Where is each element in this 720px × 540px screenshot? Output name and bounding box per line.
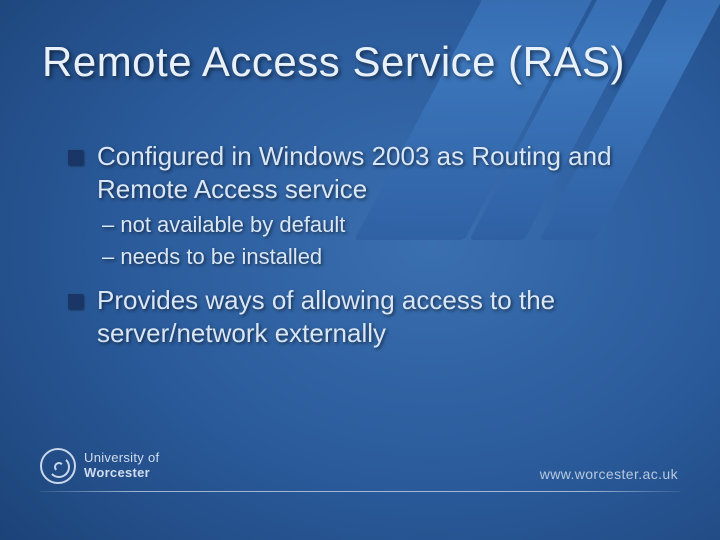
logo-line2: Worcester [84,466,159,481]
bullet-text: Provides ways of allowing access to the … [97,284,660,349]
footer-divider [40,491,680,493]
logo-line1: University of [84,451,159,466]
bullet-level1: Provides ways of allowing access to the … [68,284,660,349]
university-logo: University of Worcester [40,448,159,484]
bullet-level1: Configured in Windows 2003 as Routing an… [68,140,660,205]
footer-url: www.worcester.ac.uk [540,466,678,482]
slide-title: Remote Access Service (RAS) [42,38,678,86]
logo-text: University of Worcester [84,451,159,481]
bullet-level2: – needs to be installed [102,243,660,271]
bullet-level2: – not available by default [102,211,660,239]
slide-body: Configured in Windows 2003 as Routing an… [68,140,660,355]
bullet-text: Configured in Windows 2003 as Routing an… [97,140,660,205]
slide: Remote Access Service (RAS) Configured i… [0,0,720,540]
bullet-square-icon [68,150,83,165]
logo-swirl-icon [40,448,76,484]
bullet-square-icon [68,294,83,309]
